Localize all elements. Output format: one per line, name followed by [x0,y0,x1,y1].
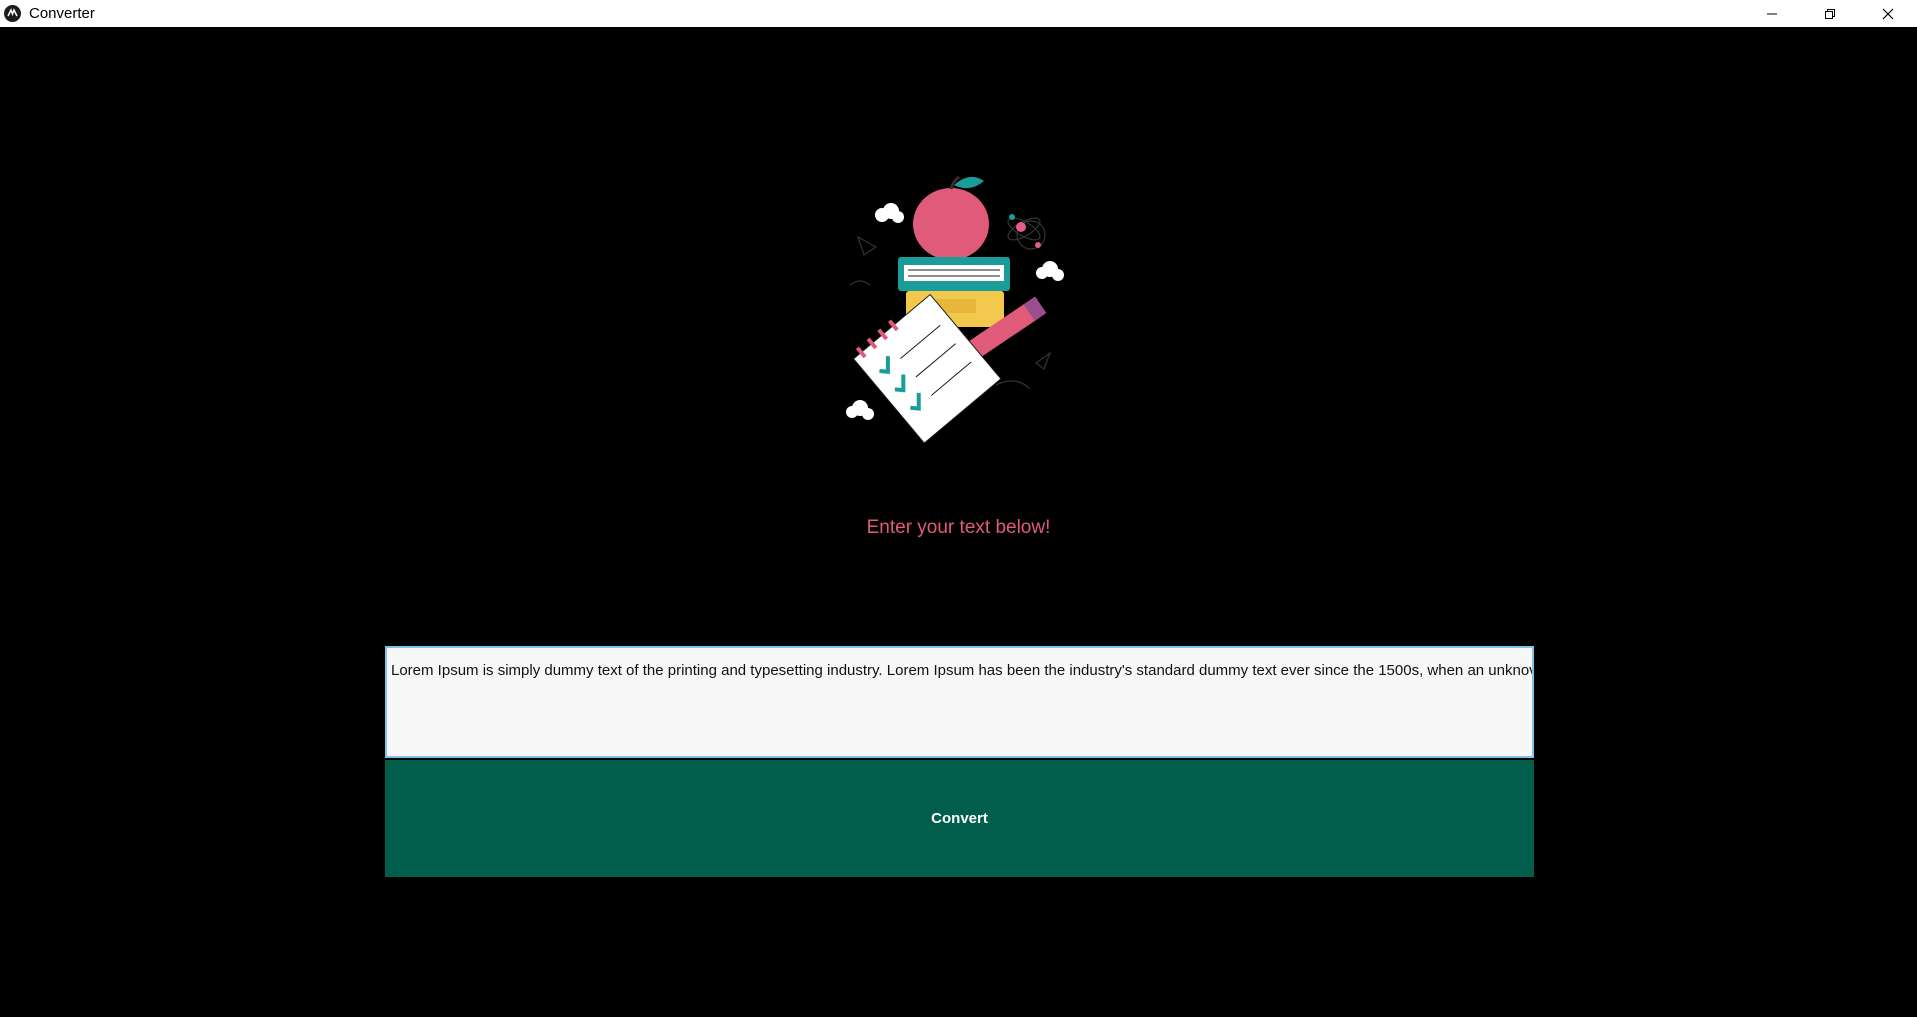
restore-button[interactable] [1801,0,1859,27]
apple-books-illustration [846,175,1064,444]
restore-icon [1825,8,1835,19]
close-icon [1882,8,1894,19]
main-content: Enter your text below! Lorem Ipsum is si… [0,27,1917,1017]
prompt-label: Enter your text below! [866,517,1051,538]
convert-button[interactable]: Convert [385,760,1534,877]
window-title: Converter [29,5,95,22]
title-bar: Converter [0,0,1917,27]
close-button[interactable] [1859,0,1917,27]
app-logo-icon [4,5,21,22]
text-input-field[interactable]: Lorem Ipsum is simply dummy text of the … [385,646,1534,758]
minimize-icon [1767,13,1777,14]
window-controls [1743,0,1917,27]
minimize-button[interactable] [1743,0,1801,27]
